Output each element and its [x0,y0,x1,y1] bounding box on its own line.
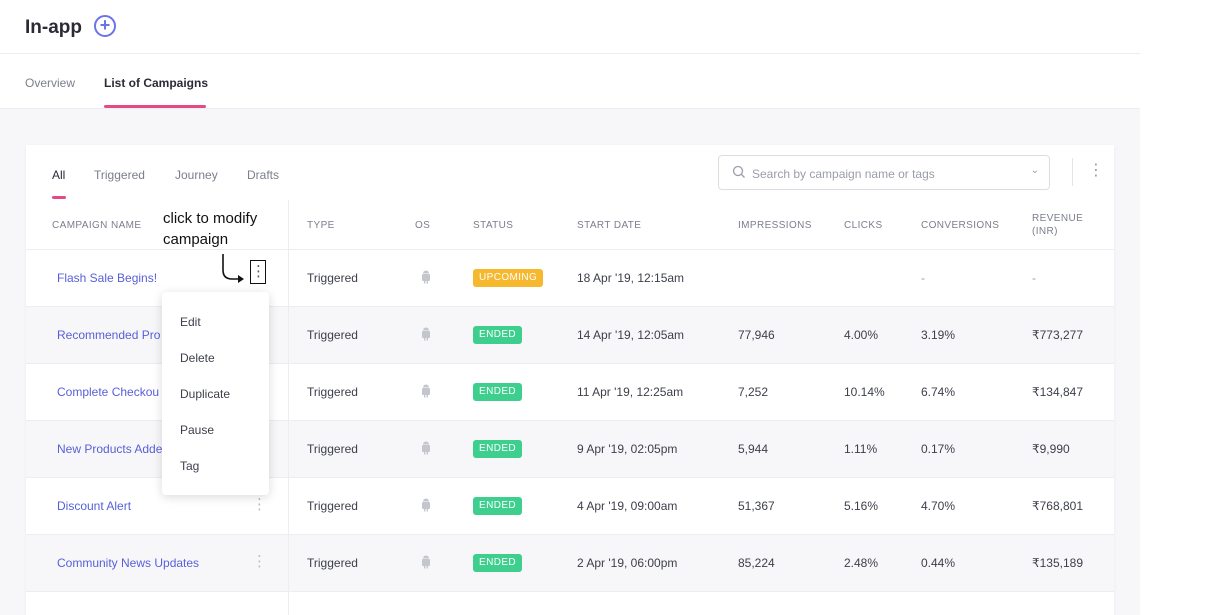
menu-item-pause[interactable]: Pause [180,423,214,437]
revenue: ₹768,801 [1032,499,1084,513]
menu-item-delete[interactable]: Delete [180,351,215,365]
active-tab-indicator [104,105,206,108]
row-actions-icon[interactable]: ⋮ [252,494,267,516]
header-impressions: IMPRESSIONS [738,220,812,231]
menu-item-edit[interactable]: Edit [180,315,201,329]
page-header: In-app + [0,0,1140,54]
android-icon [422,498,430,512]
android-icon [422,441,430,455]
annotation-callout: click to modify campaign [163,208,293,250]
conversions: 0.44% [921,556,956,570]
chevron-down-icon[interactable]: ⌄ [1031,165,1039,176]
impressions: 85,224 [738,556,775,570]
search-placeholder: Search by campaign name or tags [752,167,935,181]
header-os: OS [415,220,431,231]
filter-tab-all[interactable]: All [52,168,65,182]
android-icon [422,384,430,398]
status-badge: ENDED [473,440,523,458]
campaign-type: Triggered [307,328,358,342]
revenue: ₹135,189 [1032,556,1084,570]
campaign-name-link[interactable]: Complete Checkou [57,385,159,399]
start-date: 4 Apr '19, 09:00am [577,499,678,513]
revenue: ₹134,847 [1032,385,1084,399]
impressions: 77,946 [738,328,775,342]
annotation-arrow-icon [222,254,244,283]
conversions: 3.19% [921,328,956,342]
active-filter-indicator [52,196,66,199]
page-title: In-app [25,17,82,38]
start-date: 14 Apr '19, 12:05am [577,328,685,342]
toolbar-divider [1072,158,1073,186]
campaign-type: Triggered [307,556,358,570]
filter-tab-journey[interactable]: Journey [175,168,218,182]
header-conversions: CONVERSIONS [921,220,1000,231]
campaign-name-link[interactable]: Recommended Pro [57,328,160,342]
status-badge: ENDED [473,497,523,515]
clicks: 10.14% [844,385,885,399]
row-actions-icon[interactable]: ⋮ [252,551,267,573]
clicks: 1.11% [844,442,878,456]
search-input[interactable]: Search by campaign name or tags ⌄ [718,155,1050,190]
android-icon [422,327,430,341]
start-date: 2 Apr '19, 06:00pm [577,556,678,570]
status-badge: ENDED [473,383,523,401]
impressions: 51,367 [738,499,775,513]
status-badge: ENDED [473,326,523,344]
header-status: STATUS [473,220,514,231]
revenue: ₹9,990 [1032,442,1070,456]
row-actions-icon[interactable]: ⋮ [250,260,266,284]
clicks: 2.48% [844,556,879,570]
filter-tab-triggered[interactable]: Triggered [94,168,145,182]
tab-overview[interactable]: Overview [25,76,75,90]
header-revenue-unit: (INR) [1032,226,1058,237]
header-revenue: REVENUE [1032,213,1084,224]
filter-tab-drafts[interactable]: Drafts [247,168,279,182]
header-type: TYPE [307,220,335,231]
android-icon [422,270,430,284]
header-campaign-name: CAMPAIGN NAME [52,220,142,231]
search-icon [732,165,745,178]
menu-item-duplicate[interactable]: Duplicate [180,387,230,401]
campaign-name-link[interactable]: New Products Adde [57,442,162,456]
clicks: 4.00% [844,328,879,342]
table-row[interactable]: Community News Updates ⋮ Triggered ENDED… [26,535,1114,592]
annotation-line-2: campaign [163,231,229,248]
status-badge: UPCOMING [473,269,544,287]
header-clicks: CLICKS [844,220,883,231]
start-date: 9 Apr '19, 02:05pm [577,442,678,456]
conversions: - [921,271,925,285]
impressions: 7,252 [738,385,769,399]
revenue: - [1032,271,1036,285]
conversions: 6.74% [921,385,956,399]
annotation-line-1: click to modify [163,210,258,227]
campaign-name-link[interactable]: Flash Sale Begins! [57,271,157,285]
campaign-type: Triggered [307,271,358,285]
revenue: ₹773,277 [1032,328,1084,342]
sub-navigation: Overview List of Campaigns [0,54,1140,109]
tab-list-of-campaigns[interactable]: List of Campaigns [104,76,208,90]
android-icon [422,555,430,569]
campaign-name-link[interactable]: Discount Alert [57,499,131,513]
campaign-type: Triggered [307,499,358,513]
campaign-type: Triggered [307,442,358,456]
clicks: 5.16% [844,499,879,513]
header-start-date: START DATE [577,220,642,231]
campaign-name-link[interactable]: Community News Updates [57,556,199,570]
column-divider [288,200,289,615]
start-date: 18 Apr '19, 12:15am [577,271,685,285]
impressions: 5,944 [738,442,769,456]
conversions: 0.17% [921,442,956,456]
conversions: 4.70% [921,499,956,513]
more-options-icon[interactable]: ⋮ [1088,160,1104,182]
status-badge: ENDED [473,554,523,572]
campaign-type: Triggered [307,385,358,399]
start-date: 11 Apr '19, 12:25am [577,385,684,399]
plus-circle-icon[interactable]: + [94,15,116,37]
menu-item-tag[interactable]: Tag [180,459,199,473]
row-actions-menu: Edit Delete Duplicate Pause Tag [162,292,269,495]
